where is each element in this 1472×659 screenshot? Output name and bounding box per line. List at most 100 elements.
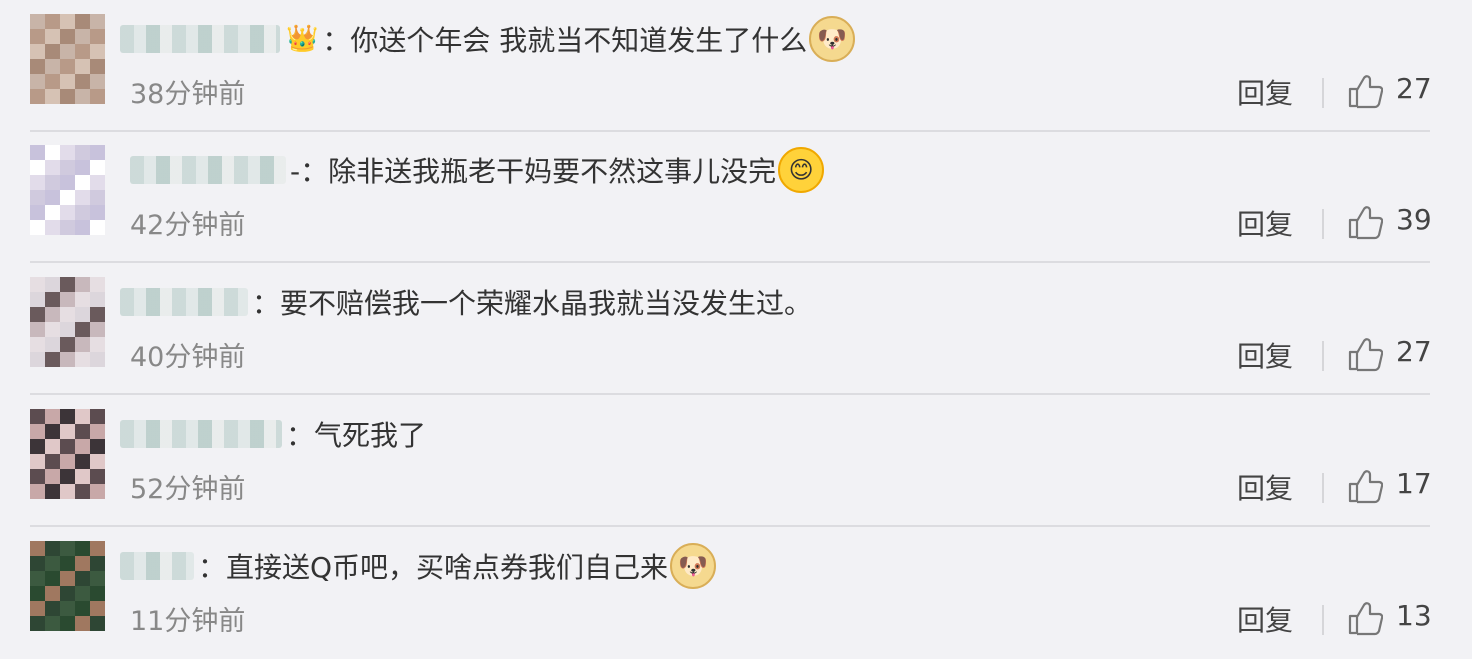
separator	[1322, 78, 1324, 108]
comment-time: 40分钟前	[130, 342, 246, 373]
reply-button[interactable]: 回复	[1237, 203, 1293, 243]
reply-button[interactable]: 回复	[1237, 599, 1293, 639]
avatar-pixel	[75, 439, 90, 454]
comment-text-line: ：要不赔偿我一个荣耀水晶我就当没发生过。	[120, 277, 812, 327]
avatar-pixel	[90, 454, 105, 469]
avatar-pixel	[30, 352, 45, 367]
comment-text-line: 👑 ：你送个年会 我就当不知道发生了什么 🐶	[120, 14, 856, 64]
avatar-pixel	[75, 616, 90, 631]
avatar-pixel	[90, 14, 105, 29]
avatar[interactable]	[30, 541, 105, 631]
avatar-pixel	[60, 484, 75, 499]
avatar-pixel	[90, 44, 105, 59]
avatar-pixel	[90, 59, 105, 74]
avatar-pixel	[75, 44, 90, 59]
avatar-pixel	[30, 14, 45, 29]
reply-button[interactable]: 回复	[1237, 72, 1293, 112]
comment-text: ：要不赔偿我一个荣耀水晶我就当没发生过。	[252, 287, 813, 320]
avatar-pixel	[90, 541, 105, 556]
username-blurred[interactable]	[120, 288, 248, 316]
avatar-pixel	[45, 307, 60, 322]
separator	[1322, 473, 1324, 503]
comment-text: ：你送个年会 我就当不知道发生了什么	[322, 24, 808, 57]
avatar-pixel	[60, 307, 75, 322]
avatar-pixel	[45, 205, 60, 220]
username-blurred[interactable]	[130, 156, 286, 184]
avatar-pixel	[45, 89, 60, 104]
avatar-pixel	[60, 556, 75, 571]
avatar-pixel	[90, 29, 105, 44]
thumbs-up-icon[interactable]	[1347, 73, 1383, 109]
avatar-pixel	[90, 322, 105, 337]
avatar-pixel	[30, 469, 45, 484]
avatar-pixel	[30, 307, 45, 322]
avatar-pixel	[45, 616, 60, 631]
avatar-pixel	[60, 89, 75, 104]
smile-emoji-icon: 😊	[778, 147, 825, 193]
avatar-pixel	[45, 277, 60, 292]
avatar-pixel	[45, 469, 60, 484]
avatar-pixel	[75, 89, 90, 104]
avatar-pixel	[75, 307, 90, 322]
avatar[interactable]	[30, 277, 105, 367]
avatar-pixel	[60, 292, 75, 307]
avatar-pixel	[60, 322, 75, 337]
avatar-pixel	[60, 439, 75, 454]
avatar-pixel	[45, 541, 60, 556]
avatar-pixel	[30, 409, 45, 424]
avatar-pixel	[60, 352, 75, 367]
like-count: 17	[1396, 467, 1432, 500]
avatar[interactable]	[30, 14, 105, 104]
reply-button[interactable]: 回复	[1237, 467, 1293, 507]
avatar-pixel	[60, 586, 75, 601]
avatar-pixel	[60, 74, 75, 89]
avatar-pixel	[30, 337, 45, 352]
comment-time: 52分钟前	[130, 474, 246, 505]
thumbs-up-icon[interactable]	[1347, 204, 1383, 240]
comment-item: ：直接送Q币吧，买啥点券我们自己来 🐶 11分钟前 回复 13	[0, 527, 1472, 659]
avatar-pixel	[75, 292, 90, 307]
comment-time: 42分钟前	[130, 210, 246, 241]
avatar[interactable]	[30, 145, 105, 235]
avatar-pixel	[30, 277, 45, 292]
avatar-pixel	[75, 145, 90, 160]
comment-item: ：要不赔偿我一个荣耀水晶我就当没发生过。 40分钟前 回复 27	[0, 263, 1472, 395]
reply-button[interactable]: 回复	[1237, 335, 1293, 375]
username-blurred[interactable]	[120, 25, 280, 53]
avatar-pixel	[60, 337, 75, 352]
username-blurred[interactable]	[120, 552, 194, 580]
separator	[1322, 605, 1324, 635]
avatar-pixel	[90, 145, 105, 160]
avatar-pixel	[45, 556, 60, 571]
avatar-pixel	[60, 424, 75, 439]
avatar-pixel	[30, 454, 45, 469]
avatar-pixel	[60, 220, 75, 235]
avatar-pixel	[30, 292, 45, 307]
avatar-pixel	[60, 175, 75, 190]
thumbs-up-icon[interactable]	[1347, 600, 1383, 636]
avatar-pixel	[45, 74, 60, 89]
avatar-pixel	[30, 190, 45, 205]
avatar-pixel	[75, 59, 90, 74]
avatar-pixel	[30, 616, 45, 631]
avatar-pixel	[75, 556, 90, 571]
comment-text: ：气死我了	[286, 419, 427, 452]
avatar-pixel	[30, 74, 45, 89]
like-count: 27	[1396, 335, 1432, 368]
comment-item: ：气死我了 52分钟前 回复 17	[0, 395, 1472, 527]
avatar-pixel	[90, 601, 105, 616]
thumbs-up-icon[interactable]	[1347, 336, 1383, 372]
avatar-pixel	[45, 352, 60, 367]
avatar-pixel	[60, 190, 75, 205]
username-blurred[interactable]	[120, 420, 282, 448]
avatar-pixel	[90, 469, 105, 484]
avatar-pixel	[90, 424, 105, 439]
thumbs-up-icon[interactable]	[1347, 468, 1383, 504]
avatar-pixel	[60, 205, 75, 220]
avatar-pixel	[30, 571, 45, 586]
avatar-pixel	[45, 175, 60, 190]
avatar[interactable]	[30, 409, 105, 499]
avatar-pixel	[90, 439, 105, 454]
avatar-pixel	[90, 352, 105, 367]
avatar-pixel	[75, 424, 90, 439]
